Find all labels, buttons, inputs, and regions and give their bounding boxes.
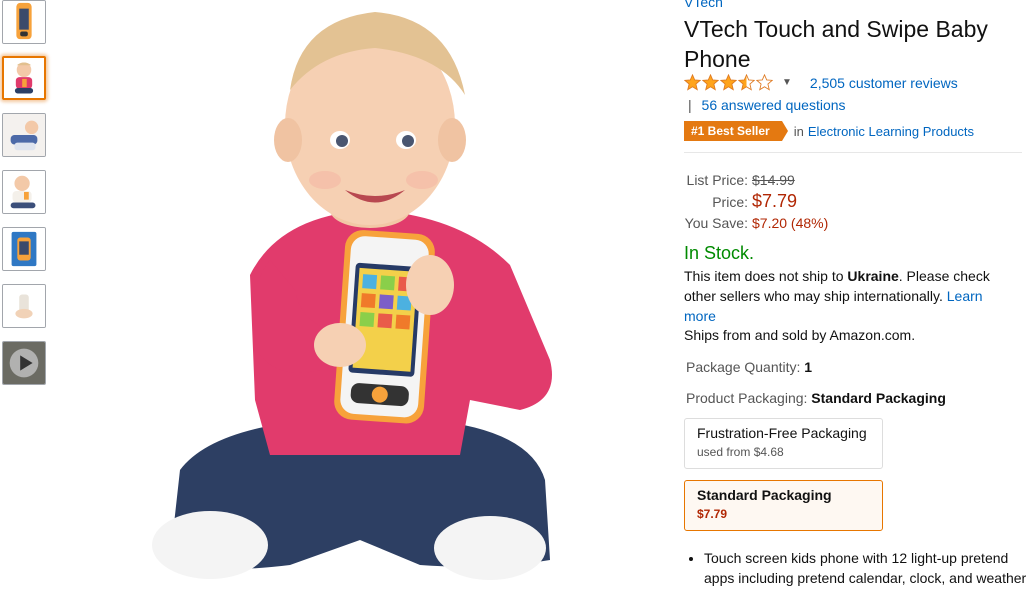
thumbnail-phone-product[interactable] xyxy=(2,0,46,44)
star-empty-icon xyxy=(756,74,773,91)
brand-link[interactable]: VTech xyxy=(684,0,723,10)
package-quantity-label: Package Quantity: xyxy=(686,359,801,375)
chevron-down-icon[interactable]: ▼ xyxy=(782,77,792,88)
star-icon xyxy=(720,74,737,91)
ship-country: Ukraine xyxy=(847,268,899,284)
you-save-value: $7.20 (48%) xyxy=(752,215,829,231)
option-name: Standard Packaging xyxy=(697,487,832,503)
ship-prefix: This item does not ship to xyxy=(684,268,848,284)
best-seller-in-text: in xyxy=(793,123,804,139)
thumbnail-package-box[interactable] xyxy=(2,227,46,271)
star-icon xyxy=(684,74,701,91)
sold-by-text: Ships from and sold by Amazon.com. xyxy=(684,327,916,343)
thumbnail-baby-sitting[interactable] xyxy=(2,170,46,214)
option-price: used from $4.68 xyxy=(697,445,784,459)
divider xyxy=(684,152,1022,153)
package-quantity-value: 1 xyxy=(804,359,813,375)
list-price-row: List Price: $14.99 xyxy=(684,170,828,191)
star-rating[interactable] xyxy=(684,74,774,91)
rating-row: ▼ 2,505 customer reviews xyxy=(684,74,958,91)
thumbnail-baby-holding-phone[interactable] xyxy=(2,56,46,100)
option-standard-packaging[interactable]: Standard Packaging $7.79 xyxy=(684,480,883,531)
thumbnail-video[interactable] xyxy=(2,341,46,385)
best-seller-row: #1 Best Seller in Electronic Learning Pr… xyxy=(684,121,974,141)
feature-bullet: Touch screen kids phone with 12 light-up… xyxy=(704,548,1033,588)
product-title: VTech Touch and Swipe Baby Phone xyxy=(684,16,988,72)
answered-questions-link[interactable]: 56 answered questions xyxy=(702,97,846,113)
option-frustration-free-packaging[interactable]: Frustration-Free Packaging used from $4.… xyxy=(684,418,883,469)
you-save-label: You Save: xyxy=(684,215,748,231)
answered-questions-row: | 56 answered questions xyxy=(688,97,846,113)
star-half-icon xyxy=(738,74,755,91)
you-save-row: You Save: $7.20 (48%) xyxy=(684,213,829,234)
option-price: $7.79 xyxy=(697,507,728,521)
best-seller-category-link[interactable]: Electronic Learning Products xyxy=(808,124,974,139)
shipping-message: This item does not ship to Ukraine. Plea… xyxy=(684,266,1014,326)
price-label: Price: xyxy=(712,194,748,210)
package-quantity-row: Package Quantity: 1 xyxy=(686,359,812,375)
star-icon xyxy=(702,74,719,91)
customer-reviews-link[interactable]: 2,505 customer reviews xyxy=(810,75,958,91)
product-packaging-label: Product Packaging: xyxy=(686,390,808,406)
price-block: List Price: $14.99 Price: $7.79 You Save… xyxy=(684,170,829,234)
in-stock-status: In Stock. xyxy=(684,243,755,263)
thumbnail-phone-hand[interactable] xyxy=(2,284,46,328)
feature-bullets: Touch screen kids phone with 12 light-up… xyxy=(684,548,1033,588)
separator: | xyxy=(688,97,692,113)
main-product-image[interactable] xyxy=(130,0,590,594)
product-packaging-row: Product Packaging: Standard Packaging xyxy=(686,390,946,406)
price-value: $7.79 xyxy=(752,191,798,211)
price-row: Price: $7.79 xyxy=(684,191,828,213)
list-price-label: List Price: xyxy=(686,172,748,188)
option-name: Frustration-Free Packaging xyxy=(697,425,867,441)
best-seller-badge: #1 Best Seller xyxy=(684,121,788,141)
thumbnail-baby-lying[interactable] xyxy=(2,113,46,157)
product-packaging-value: Standard Packaging xyxy=(811,390,946,406)
list-price-value: $14.99 xyxy=(752,172,795,188)
